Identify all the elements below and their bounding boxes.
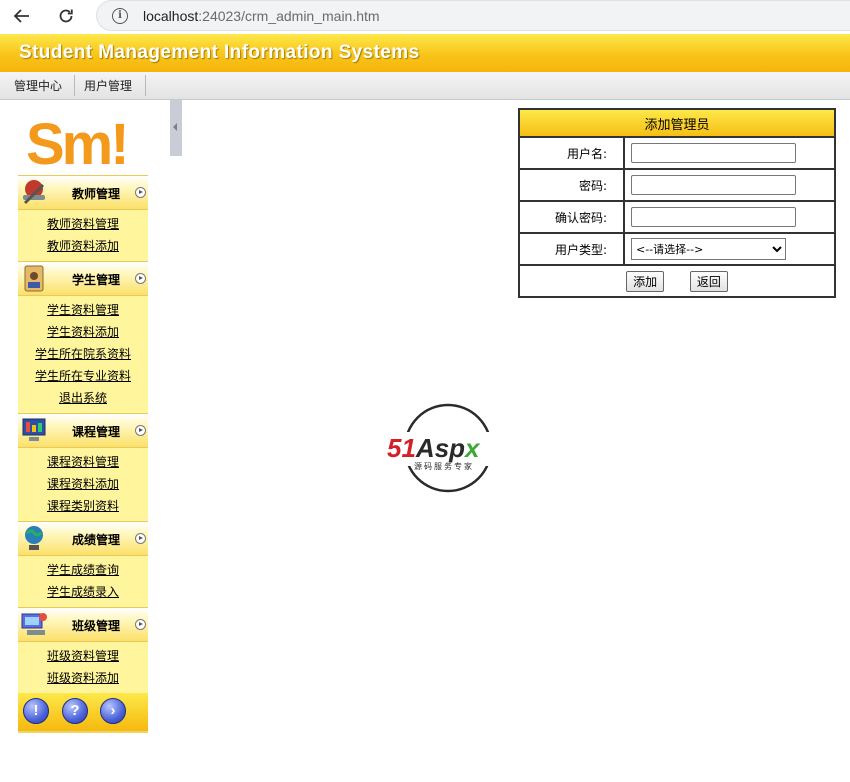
sidebar-link[interactable]: 教师资料添加: [18, 235, 148, 257]
reload-icon[interactable]: [52, 3, 80, 29]
sidebar-link[interactable]: 学生成绩查询: [18, 559, 148, 581]
sidebar-footer: ! ? ›: [18, 693, 148, 733]
sidebar-link-logout[interactable]: 退出系统: [18, 387, 148, 409]
back-arrow-icon[interactable]: [8, 3, 36, 29]
sidebar-link[interactable]: 课程类别资料: [18, 495, 148, 517]
user-type-select[interactable]: <--请选择-->: [631, 238, 786, 260]
browser-toolbar: i localhost:24023/crm_admin_main.htm: [0, 0, 850, 32]
url-text: localhost:24023/crm_admin_main.htm: [143, 8, 380, 24]
sidebar-group-teacher[interactable]: 教师管理: [18, 175, 148, 210]
sidebar-group-grades[interactable]: 成绩管理: [18, 521, 148, 556]
back-button[interactable]: 返回: [689, 270, 728, 292]
confirm-password-field[interactable]: [631, 207, 796, 227]
chevron-right-icon: [135, 619, 146, 630]
chevron-right-icon: [135, 425, 146, 436]
sidebar-link[interactable]: 学生成绩录入: [18, 581, 148, 603]
watermark-tagline: 源码服务专家: [414, 461, 474, 471]
confirm-password-label: 确认密码:: [518, 200, 625, 234]
chevron-right-icon: [135, 533, 146, 544]
header-banner: Student Management Information Systems: [0, 34, 850, 73]
sidebar-link[interactable]: 学生所在专业资料: [18, 365, 148, 387]
sidebar-link[interactable]: 课程资料添加: [18, 473, 148, 495]
sidebar-group-student[interactable]: 学生管理: [18, 261, 148, 296]
chevron-right-icon: [135, 187, 146, 198]
alert-icon[interactable]: !: [23, 698, 49, 724]
password-label: 密码:: [518, 168, 625, 202]
system-title: Student Management Information Systems: [19, 42, 420, 63]
username-field[interactable]: [631, 143, 796, 163]
sidebar-link[interactable]: 学生资料添加: [18, 321, 148, 343]
class-computer-icon: [21, 613, 47, 635]
menu-admin-center[interactable]: 管理中心: [14, 77, 62, 94]
add-button[interactable]: 添加: [626, 270, 665, 292]
sm-logo: Sm!: [26, 112, 130, 168]
menu-divider: [145, 75, 146, 96]
student-card-icon: [24, 265, 44, 292]
sidebar-link[interactable]: 课程资料管理: [18, 451, 148, 473]
form-title: 添加管理员: [518, 108, 836, 138]
watermark-brand: 51Aspx: [387, 433, 481, 463]
sidebar-link[interactable]: 班级资料管理: [18, 645, 148, 667]
svg-text:Sm!: Sm!: [26, 112, 127, 168]
sidebar-link[interactable]: 学生资料管理: [18, 299, 148, 321]
teacher-tools-icon: [23, 180, 45, 205]
course-monitor-icon: [22, 418, 46, 441]
globe-tools-icon: [25, 526, 43, 550]
sidebar-group-class[interactable]: 班级管理: [18, 607, 148, 642]
sidebar-group-course[interactable]: 课程管理: [18, 413, 148, 448]
sidebar: 教师管理 教师资料管理 教师资料添加 学生管理 学生资料管理 学生资料添加 学生…: [18, 175, 148, 733]
menu-user-management[interactable]: 用户管理: [84, 77, 132, 94]
help-icon[interactable]: ?: [62, 698, 88, 724]
user-type-label: 用户类型:: [518, 232, 625, 266]
chevron-right-icon: [135, 273, 146, 284]
address-bar[interactable]: i localhost:24023/crm_admin_main.htm: [96, 0, 850, 31]
menu-divider: [74, 75, 75, 96]
next-arrow-icon[interactable]: ›: [100, 698, 126, 724]
password-field[interactable]: [631, 175, 796, 195]
sidebar-collapse-handle[interactable]: [170, 100, 182, 156]
top-menu-bar: 管理中心 用户管理: [0, 72, 850, 100]
info-icon[interactable]: i: [112, 8, 128, 24]
sidebar-link[interactable]: 教师资料管理: [18, 213, 148, 235]
username-label: 用户名:: [518, 136, 625, 170]
51aspx-watermark-logo: 51Aspx 源码服务专家: [386, 403, 512, 493]
add-admin-form: 添加管理员 用户名: 密码: 确认密码: 用户类型: <--请选择--> 添加 …: [518, 108, 836, 298]
sidebar-link[interactable]: 班级资料添加: [18, 667, 148, 689]
sidebar-link[interactable]: 学生所在院系资料: [18, 343, 148, 365]
